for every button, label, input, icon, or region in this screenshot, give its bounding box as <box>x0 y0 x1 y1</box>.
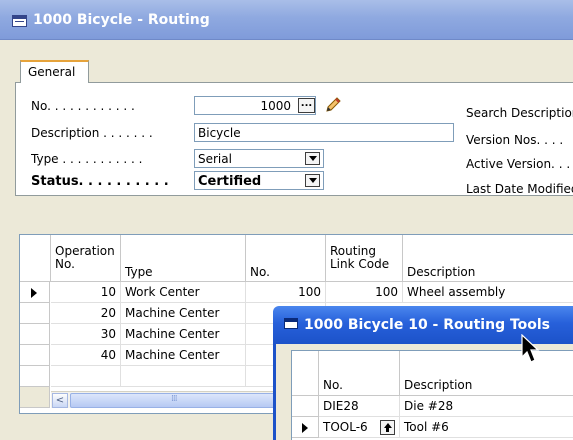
header-description-label: Description <box>407 265 476 279</box>
form-icon <box>12 15 27 27</box>
row-selector[interactable] <box>20 303 50 324</box>
row-selector[interactable] <box>20 282 50 303</box>
lookup-icon[interactable] <box>380 420 395 435</box>
row-selector[interactable] <box>292 417 319 438</box>
table-cell[interactable]: Wheel assembly <box>403 282 573 303</box>
row-selector[interactable] <box>292 396 319 417</box>
header-routing-link-code-label: Routing Link Code <box>330 244 390 271</box>
status-label: Status. . . . . . . . . . <box>31 174 169 189</box>
header-no-label: No. <box>250 265 270 279</box>
header-no[interactable]: No. <box>246 235 326 282</box>
window-title: 1000 Bicycle - Routing <box>33 12 210 28</box>
version-nos-label: Version Nos. . . . <box>466 133 564 147</box>
table-cell[interactable]: 10 <box>51 282 121 303</box>
form-icon <box>284 318 298 329</box>
header-routing-link-code[interactable]: Routing Link Code <box>326 235 403 282</box>
row-selector[interactable] <box>20 345 50 366</box>
scroll-thumb[interactable] <box>70 393 285 408</box>
grid-corner <box>20 235 51 282</box>
table-cell[interactable]: 100 <box>246 282 326 303</box>
table-cell[interactable]: Die #28 <box>400 396 573 417</box>
ellipsis-icon[interactable]: ... <box>298 98 315 113</box>
header-operation-no-label: Operation No. <box>55 244 115 271</box>
table-cell[interactable] <box>51 366 121 387</box>
row-pointer-icon <box>31 288 37 298</box>
description-field[interactable]: Bicycle <box>194 123 454 142</box>
routing-tools-title: 1000 Bicycle 10 - Routing Tools <box>304 317 551 333</box>
header-type-label: Type <box>125 265 153 279</box>
table-cell[interactable]: 30 <box>51 324 121 345</box>
last-date-modified-label: Last Date Modified <box>466 182 573 196</box>
header-description[interactable]: Description <box>403 235 573 282</box>
row-selector[interactable] <box>20 324 50 345</box>
table-cell[interactable]: 20 <box>51 303 121 324</box>
table-cell[interactable]: 100 <box>326 282 403 303</box>
dropdown-icon[interactable] <box>305 174 320 187</box>
table-cell[interactable]: 40 <box>51 345 121 366</box>
header-tool-description-label: Description <box>404 378 473 392</box>
table-cell[interactable]: DIE28 <box>319 396 400 417</box>
tab-general[interactable]: General <box>20 60 89 83</box>
grid-corner <box>292 351 319 396</box>
header-operation-no[interactable]: Operation No. <box>51 235 121 282</box>
header-type[interactable]: Type <box>121 235 246 282</box>
description-label: Description . . . . . . . <box>31 126 153 140</box>
mouse-cursor-icon <box>521 334 540 363</box>
table-cell[interactable]: Machine Center <box>121 324 246 345</box>
type-label: Type . . . . . . . . . . . <box>31 152 143 166</box>
table-cell[interactable]: Machine Center <box>121 345 246 366</box>
header-tool-description[interactable]: Description <box>400 351 573 396</box>
table-cell[interactable]: Work Center <box>121 282 246 303</box>
search-description-label: Search Description <box>466 106 573 120</box>
row-selector[interactable] <box>20 366 50 387</box>
dropdown-icon[interactable] <box>305 152 320 165</box>
window-title-bar[interactable]: 1000 Bicycle - Routing <box>0 0 573 40</box>
header-tool-no-label: No. <box>323 378 343 392</box>
grid-corner-bottom <box>20 387 50 408</box>
horizontal-scrollbar[interactable]: < <box>51 391 291 408</box>
active-version-label: Active Version. . . <box>466 157 571 171</box>
no-label: No. . . . . . . . . . . . <box>31 99 135 113</box>
header-tool-no[interactable]: No. <box>319 351 400 396</box>
row-pointer-icon <box>302 423 308 433</box>
scroll-left-icon[interactable]: < <box>52 393 68 408</box>
table-cell[interactable] <box>121 366 246 387</box>
table-cell[interactable]: Tool #6 <box>400 417 573 438</box>
pencil-icon[interactable] <box>324 96 342 114</box>
table-cell[interactable]: Machine Center <box>121 303 246 324</box>
